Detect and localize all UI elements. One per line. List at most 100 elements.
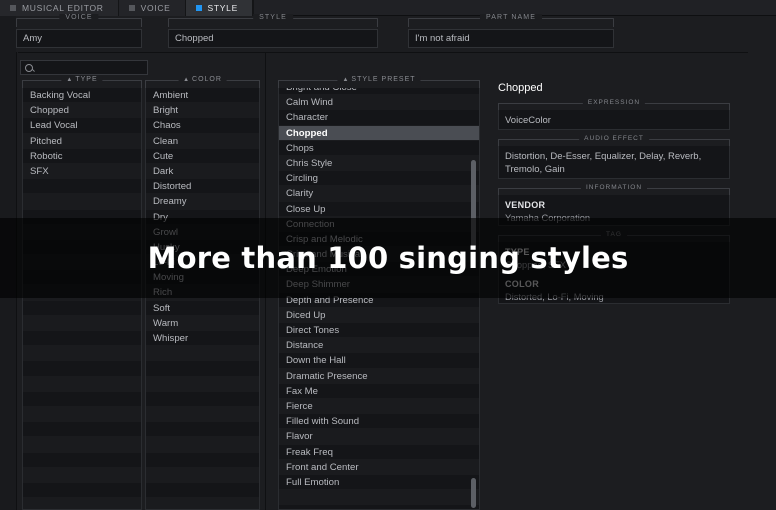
list-item[interactable]: Bright and Close [279,88,479,96]
list-item[interactable]: Moving [146,270,259,286]
list-item[interactable]: Flavor [279,429,479,445]
list-item[interactable]: Chopped [23,103,141,119]
list-row-empty [146,437,259,453]
list-item[interactable]: Fierce [279,398,479,415]
list-item[interactable]: Front and Center [279,459,479,475]
color-list[interactable]: Ambient Bright Chaos Clean Cute Dark Distorted… [145,88,260,510]
list-item[interactable]: Fax Me [279,384,479,399]
tag-type-value: Chopped, SFX [505,260,566,270]
audio-effect-value: Distortion, De-Esser, Equalizer, Delay, … [505,151,702,175]
type-list[interactable]: Backing Vocal Chopped Lead Vocal Pitched Rob… [22,88,142,510]
search-box[interactable] [20,60,148,75]
list-item[interactable]: Backing Vocal [23,88,141,104]
detail-title: Chopped [498,82,543,94]
list-item[interactable]: Down the Hall [279,353,479,369]
tab-label: MUSICAL EDITOR [22,3,104,13]
list-row-empty [23,361,141,377]
list-row-empty [146,392,259,407]
list-row-empty [23,240,141,256]
tab-voice[interactable]: VOICE [118,0,186,16]
tab-label: STYLE [207,3,238,13]
voice-input[interactable]: Amy [16,29,142,48]
field-legend: VOICE [16,14,142,27]
list-row-empty [23,437,141,453]
tag-legend: TAG [498,231,730,242]
list-item[interactable]: Dreamy [146,194,259,210]
list-row-empty [23,498,141,509]
list-item[interactable]: Rich [146,285,259,301]
list-item[interactable]: Dramatic Presence [279,368,479,384]
list-item[interactable]: Dark [146,163,259,180]
list-item[interactable]: Freak Freq [279,445,479,460]
left-edge-shade [0,0,16,510]
list-item[interactable]: Diced Up [279,307,479,323]
list-item[interactable]: Distance [279,338,479,354]
style-preset-legend-label: ▲ STYLE PRESET [337,76,421,83]
list-item[interactable]: Bright [146,103,259,119]
tab-style[interactable]: STYLE [185,0,253,16]
list-item[interactable]: Deep Shimmer [279,277,479,293]
vendor-key: VENDOR [505,200,546,210]
style-preset-scrollbar[interactable] [471,160,476,248]
style-input[interactable]: Chopped [168,29,378,48]
list-item[interactable]: Crisp and Musical [279,247,479,263]
list-row-empty [146,376,259,392]
list-item[interactable]: Character [279,110,479,126]
part-name-input-value: I'm not afraid [415,33,470,44]
list-item[interactable]: Robotic [23,149,141,164]
list-item[interactable]: Clean [146,133,259,149]
list-item[interactable]: Circling [279,171,479,187]
part-name-input[interactable]: I'm not afraid [408,29,614,48]
list-item[interactable]: Chaos [146,118,259,134]
list-item[interactable]: Deep Emotion [279,262,479,278]
type-column-legend: ▲ TYPE [22,76,142,88]
list-item[interactable]: Filled with Sound [279,414,479,430]
color-column-legend-label: ▲ COLOR [178,76,227,83]
list-item[interactable]: Distorted [146,179,259,195]
list-item[interactable]: Soft [146,301,259,316]
list-item[interactable]: Lo-Fi [146,255,259,271]
list-item[interactable]: Cute [146,149,259,164]
search-input[interactable] [37,62,137,73]
style-preset-list[interactable]: Bright and CloseCalm WindCharacterChoppe… [278,88,480,510]
list-item[interactable]: Direct Tones [279,323,479,339]
tab-bar: MUSICAL EDITOR VOICE STYLE [0,0,776,16]
list-item[interactable]: Warm [146,315,259,331]
style-preset-scrollbar-lower[interactable] [471,478,476,508]
list-row-empty [146,498,259,509]
list-item[interactable]: Dry [146,210,259,225]
list-row-empty [23,376,141,392]
tag-legend-label: TAG [601,231,627,238]
list-item[interactable]: SFX [23,163,141,180]
list-item[interactable]: Connection [279,216,479,232]
list-item[interactable]: Full Emotion [279,475,479,491]
audio-effect-legend-label: AUDIO EFFECT [579,135,649,142]
list-item[interactable]: Crisp and Melodic [279,232,479,248]
list-item[interactable]: Husky [146,240,259,256]
field-part-name: PART NAME I'm not afraid [408,14,614,48]
color-column-legend: ▲ COLOR [145,76,260,88]
list-item[interactable]: Chops [279,141,479,156]
list-item[interactable]: Pitched [23,133,141,149]
list-item[interactable]: Chris Style [279,155,479,172]
list-item[interactable]: Close Up [279,202,479,217]
square-icon [128,5,135,11]
list-item[interactable]: Lead Vocal [23,118,141,134]
list-row-empty [23,406,141,423]
list-item[interactable]: Depth and Presence [279,293,479,308]
list-row-empty [23,331,141,347]
list-row-empty [23,315,141,331]
list-row-empty [146,406,259,423]
expression-value-box: VoiceColor [498,110,730,130]
list-item[interactable]: Calm Wind [279,95,479,111]
panel-divider-mid [265,52,266,510]
list-item[interactable]: Growl [146,224,259,240]
tag-box: TYPE Chopped, SFX COLOR Distorted, Lo-Fi… [498,242,730,304]
field-style: STYLE Chopped [168,14,378,48]
list-item[interactable]: Clarity [279,186,479,202]
list-row-empty [146,361,259,377]
list-row-empty [23,255,141,271]
list-item[interactable]: Ambient [146,88,259,104]
list-item[interactable]: Chopped [279,125,479,141]
list-item[interactable]: Whisper [146,331,259,347]
